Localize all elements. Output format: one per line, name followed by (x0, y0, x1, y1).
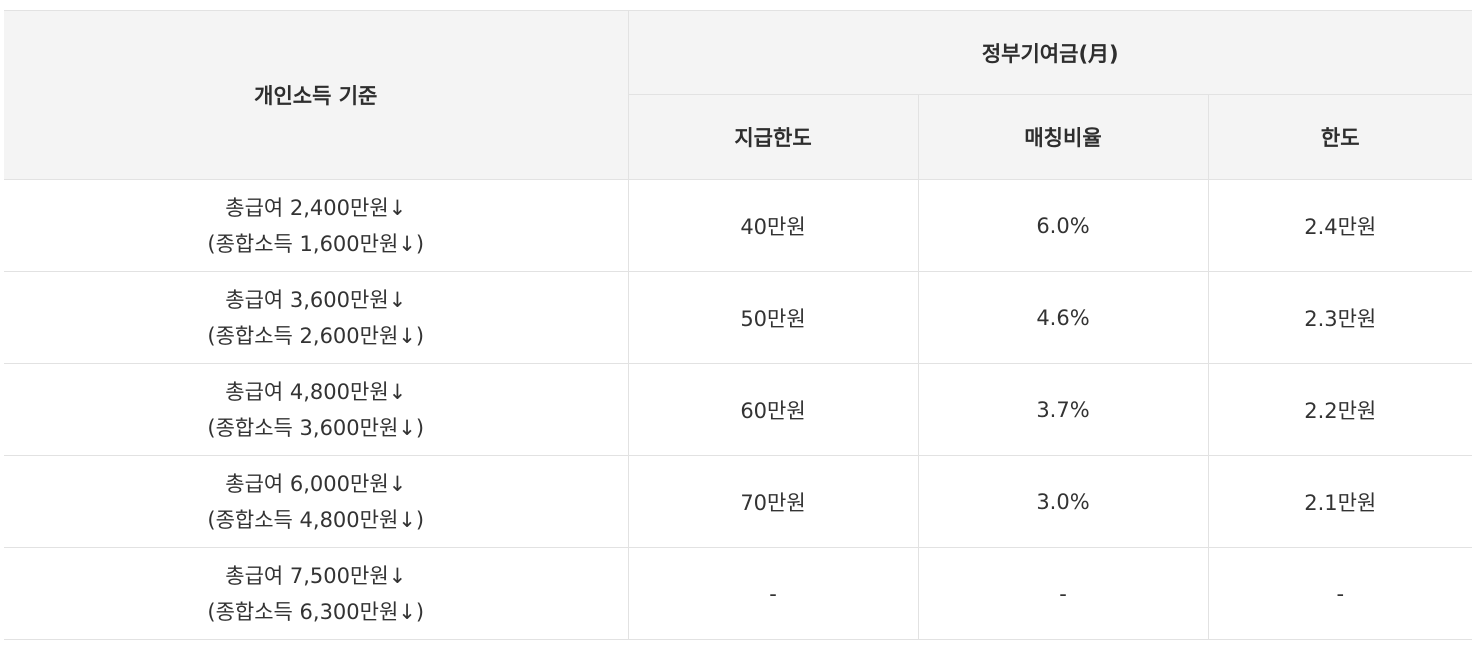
header-payment-limit: 지급한도 (628, 94, 919, 180)
matching-ratio-cell: - (917, 547, 1209, 640)
header-limit: 한도 (1207, 94, 1472, 180)
limit-cell: 2.1만원 (1207, 455, 1472, 548)
matching-ratio-cell: 3.7% (917, 363, 1209, 456)
income-cell: 총급여 6,000만원↓ (종합소득 4,800만원↓) (4, 455, 629, 548)
header-row-top: 개인소득 기준 정부기여금(月) (4, 10, 1472, 180)
government-contribution-table: 개인소득 기준 정부기여금(月) 지급한도 매칭비율 한도 총급여 2,400만… (4, 10, 1472, 640)
income-cell: 총급여 4,800만원↓ (종합소득 3,600만원↓) (4, 363, 629, 456)
table-row: 총급여 7,500만원↓ (종합소득 6,300만원↓) - - - (4, 547, 1472, 640)
income-line-2: (종합소득 2,600만원↓) (207, 323, 425, 348)
payment-limit-cell: 70만원 (627, 455, 919, 548)
limit-cell: - (1207, 547, 1472, 640)
income-line-1: 총급여 4,800만원↓ (225, 379, 407, 404)
payment-limit-cell: 40만원 (627, 179, 919, 272)
limit-cell: 2.3만원 (1207, 271, 1472, 364)
income-cell: 총급여 7,500만원↓ (종합소득 6,300만원↓) (4, 547, 629, 640)
contribution-table-container: 개인소득 기준 정부기여금(月) 지급한도 매칭비율 한도 총급여 2,400만… (4, 10, 1472, 640)
limit-cell: 2.2만원 (1207, 363, 1472, 456)
table-row: 총급여 2,400만원↓ (종합소득 1,600만원↓) 40만원 6.0% 2… (4, 179, 1472, 272)
table-row: 총급여 4,800만원↓ (종합소득 3,600만원↓) 60만원 3.7% 2… (4, 363, 1472, 456)
income-line-1: 총급여 6,000만원↓ (225, 471, 407, 496)
income-line-2: (종합소득 1,600만원↓) (207, 231, 425, 256)
header-matching-ratio: 매칭비율 (917, 94, 1209, 180)
matching-ratio-cell: 3.0% (917, 455, 1209, 548)
payment-limit-cell: 50만원 (627, 271, 919, 364)
table-row: 총급여 6,000만원↓ (종합소득 4,800만원↓) 70만원 3.0% 2… (4, 455, 1472, 548)
income-line-1: 총급여 2,400만원↓ (225, 195, 407, 220)
income-line-2: (종합소득 3,600만원↓) (207, 415, 425, 440)
limit-cell: 2.4만원 (1207, 179, 1472, 272)
income-line-1: 총급여 7,500만원↓ (225, 563, 407, 588)
header-gov-contribution: 정부기여금(月) (627, 10, 1472, 95)
payment-limit-cell: 60만원 (627, 363, 919, 456)
matching-ratio-cell: 4.6% (917, 271, 1209, 364)
income-line-1: 총급여 3,600만원↓ (225, 287, 407, 312)
payment-limit-cell: - (627, 547, 919, 640)
income-line-2: (종합소득 4,800만원↓) (207, 507, 425, 532)
matching-ratio-cell: 6.0% (917, 179, 1209, 272)
income-cell: 총급여 2,400만원↓ (종합소득 1,600만원↓) (4, 179, 629, 272)
header-income-basis: 개인소득 기준 (4, 10, 629, 180)
table-row: 총급여 3,600만원↓ (종합소득 2,600만원↓) 50만원 4.6% 2… (4, 271, 1472, 364)
income-cell: 총급여 3,600만원↓ (종합소득 2,600만원↓) (4, 271, 629, 364)
income-line-2: (종합소득 6,300만원↓) (207, 599, 425, 624)
